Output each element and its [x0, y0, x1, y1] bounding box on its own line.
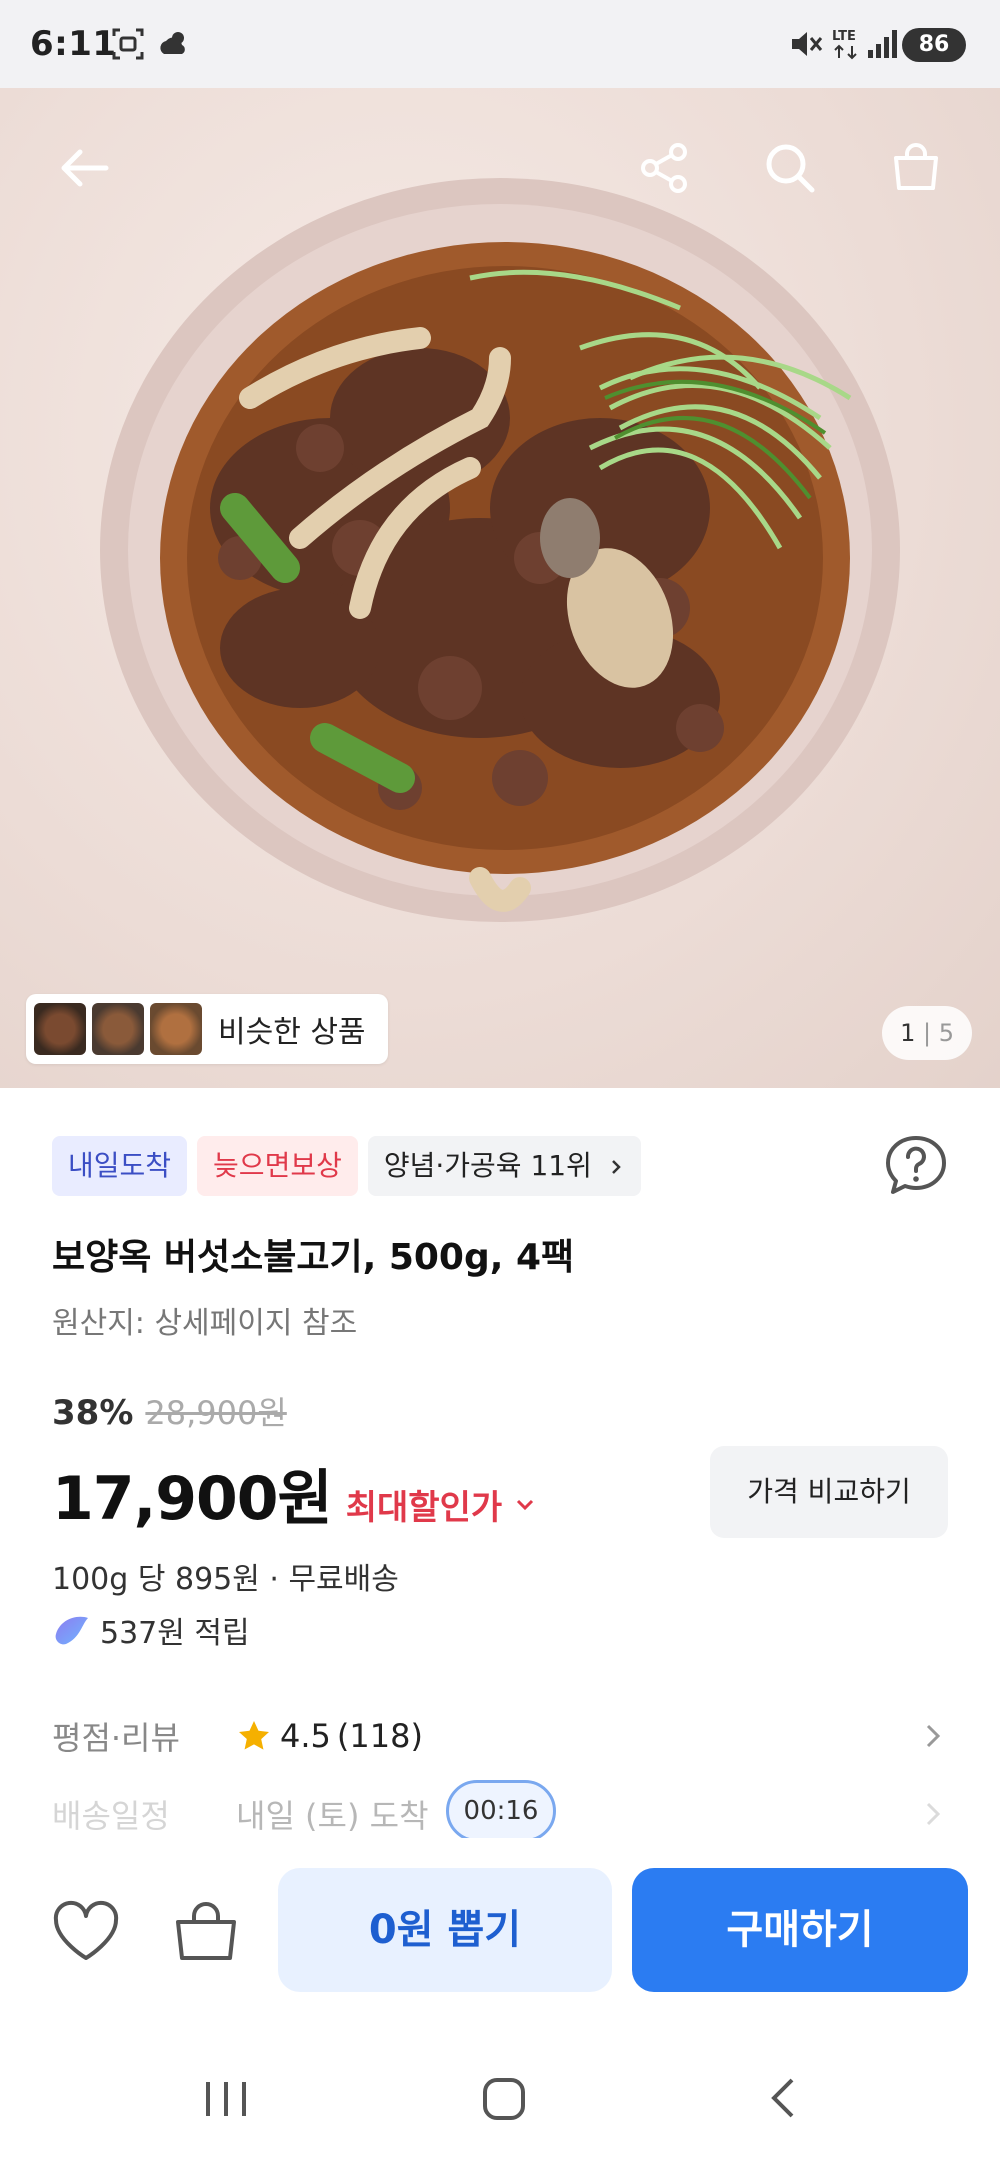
battery-indicator: 86: [902, 28, 966, 62]
similar-products-button[interactable]: 비슷한 상품: [26, 994, 388, 1064]
review-count: (118): [336, 1717, 423, 1755]
unit-price-shipping: 100g 당 895원 · 무료배송: [52, 1562, 399, 1597]
rating-score: 4.5: [280, 1717, 331, 1755]
back-button[interactable]: [44, 128, 124, 208]
signal-icon: [866, 26, 900, 66]
category-rank-label: 양념·가공육 11위: [383, 1149, 592, 1182]
share-icon: [641, 143, 687, 193]
heart-icon: [53, 1900, 119, 1960]
product-origin: 원산지: 상세페이지 참조: [52, 1306, 358, 1341]
star-icon: [239, 1721, 269, 1750]
bulgogi-photo: [100, 178, 900, 922]
discount-rate: 38%: [52, 1393, 134, 1433]
recent-apps-icon: [206, 2082, 246, 2116]
cart-button[interactable]: [876, 128, 956, 208]
bottom-action-bar: 0원 뽑기 구매하기: [0, 1838, 1000, 2018]
product-title: 보양옥 버섯소불고기, 500g, 4팩: [52, 1237, 575, 1278]
tag-category-rank[interactable]: 양념·가공육 11위: [367, 1136, 641, 1196]
similar-products-label: 비슷한 상품: [218, 1015, 366, 1050]
shopping-bag-icon: [894, 143, 938, 190]
reward-icon: [55, 1616, 88, 1645]
share-button[interactable]: [624, 128, 704, 208]
shopping-bag-icon: [176, 1902, 236, 1960]
buy-button[interactable]: 구매하기: [632, 1868, 968, 1992]
shipping-value: 내일 (토) 도착: [236, 1797, 429, 1835]
chevron-right-icon: [926, 1724, 941, 1748]
mute-icon: [788, 26, 824, 66]
pager-current: 1: [900, 1019, 916, 1047]
reward-points: 537원 적립: [52, 1608, 250, 1652]
max-discount-label: 최대할인가: [345, 1488, 503, 1528]
wishlist-button[interactable]: [48, 1894, 124, 1970]
system-back-button[interactable]: [744, 2068, 824, 2128]
back-arrow-icon: [61, 149, 109, 187]
product-image[interactable]: 비슷한 상품 1 | 5: [0, 88, 1000, 1088]
shipping-label: 배송일정: [52, 1797, 170, 1835]
help-button[interactable]: [884, 1134, 948, 1198]
pager-total: 5: [938, 1019, 954, 1047]
chevron-right-icon: [611, 1160, 621, 1174]
back-chevron-icon: [771, 2078, 794, 2118]
original-price: 28,900원: [145, 1394, 287, 1432]
search-icon: [766, 144, 815, 193]
compare-price-button[interactable]: 가격 비교하기: [710, 1446, 948, 1538]
max-discount-dropdown[interactable]: 최대할인가: [346, 1480, 538, 1529]
video-timer-badge: 00:16: [446, 1780, 556, 1842]
add-to-cart-button[interactable]: [168, 1894, 244, 1970]
price-row: 17,900원 최대할인가: [52, 1450, 538, 1537]
reward-points-text: 537원 적립: [100, 1616, 250, 1651]
similar-thumbnail: [34, 1003, 86, 1055]
chevron-right-icon: [926, 1802, 941, 1826]
weather-icon: [156, 26, 192, 66]
svg-text:LTE: LTE: [832, 29, 856, 44]
system-nav-bar: [0, 2018, 1000, 2167]
home-button[interactable]: [464, 2068, 544, 2128]
product-tags: 내일도착 늦으면보상 양념·가공육 11위: [52, 1136, 641, 1196]
tag-late-compensation: 늦으면보상: [197, 1136, 358, 1196]
tag-next-day-delivery: 내일도착: [52, 1136, 188, 1196]
similar-thumbnail: [150, 1003, 202, 1055]
question-bubble-icon: [886, 1136, 946, 1194]
recent-apps-button[interactable]: [186, 2068, 266, 2128]
home-icon: [483, 2078, 525, 2120]
rating-review-row[interactable]: 평점·리뷰 4.5 (118): [52, 1708, 948, 1764]
sale-price: 17,900원: [52, 1464, 333, 1534]
search-button[interactable]: [750, 128, 830, 208]
chevron-down-icon: [517, 1499, 534, 1510]
similar-thumbnail: [92, 1003, 144, 1055]
lte-icon: LTE: [830, 26, 864, 66]
rating-label: 평점·리뷰: [52, 1719, 180, 1757]
image-pager: 1 | 5: [882, 1006, 972, 1060]
screenshot-icon: [110, 26, 146, 66]
status-time: 6:11: [30, 24, 117, 64]
discount-row: 38% 28,900원: [52, 1388, 287, 1434]
status-bar: 6:11 LTE 86: [0, 0, 1000, 88]
zero-won-draw-button[interactable]: 0원 뽑기: [278, 1868, 612, 1992]
